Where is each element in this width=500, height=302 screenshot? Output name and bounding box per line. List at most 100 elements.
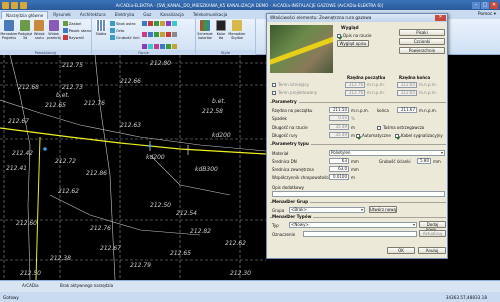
teren-projektowany-end-field[interactable]: 212.65: [397, 90, 417, 96]
srednica-zew-field[interactable]: 63.0: [329, 166, 349, 172]
canvas-label: 212.50: [20, 270, 41, 277]
opis-na-rzucie-checkbox[interactable]: [337, 34, 341, 38]
tab-architektura[interactable]: Architektura: [76, 11, 110, 19]
minimize-button[interactable]: –: [472, 1, 480, 9]
kabel-checkbox[interactable]: [395, 134, 399, 138]
grupa-select[interactable]: <Brak>: [289, 207, 365, 213]
teren-istniejacy-checkbox[interactable]: [272, 83, 276, 87]
tab-kanalizacja[interactable]: Kanalizacja: [156, 11, 188, 19]
wsp-chropowatosci-field[interactable]: 0.0100: [329, 174, 349, 180]
snap-apparent-icon[interactable]: [141, 43, 147, 49]
aktualizuj-button[interactable]: Aktualizuj: [419, 230, 446, 237]
spadek-field[interactable]: 0.50: [329, 115, 349, 121]
tab-telekomunikacja[interactable]: Telekomunikacja: [189, 11, 232, 19]
czcionki-button[interactable]: Czcionki: [399, 38, 445, 45]
material-select[interactable]: Polietylen: [329, 150, 445, 156]
dlugosc-rzut-field[interactable]: 35.49: [329, 124, 349, 130]
tab-narzedzia-glowne[interactable]: Narzędzia główne: [1, 11, 49, 19]
toggle-item-3[interactable]: Rzywnić: [62, 34, 92, 40]
teren-projektowany-checkbox[interactable]: [272, 91, 276, 95]
tasma-checkbox[interactable]: [377, 126, 381, 130]
snap-none-icon[interactable]: [165, 43, 171, 49]
wyglad-opisu-button[interactable]: Wygląd opisu: [337, 40, 369, 47]
save-icon[interactable]: [11, 1, 18, 9]
help-menu[interactable]: Pomoc ▾: [478, 11, 500, 19]
snap-node-icon[interactable]: [159, 21, 165, 26]
rzedna-konca-field[interactable]: 211.67: [397, 107, 417, 113]
utworz-nowa-button[interactable]: Utwórz nową: [369, 206, 397, 213]
toggle-item-2[interactable]: Pasek stanu: [62, 27, 91, 33]
section-wyglad: Wygląd: [341, 25, 361, 30]
oznaczenie-label: Oznaczenie: [272, 232, 296, 237]
maximize-button[interactable]: □: [481, 1, 489, 9]
srednica-dn-label: Średnica DN: [272, 159, 297, 164]
snap-settings-icon[interactable]: [171, 43, 177, 49]
snap-polar-icon[interactable]: [153, 43, 159, 49]
teren-istniejacy-end-field[interactable]: 212.65: [397, 82, 417, 88]
dlugosc-rury-field[interactable]: 35.49: [329, 132, 349, 138]
toggle-item-1[interactable]: Zasłoń: [62, 20, 92, 26]
snap-track-icon[interactable]: [159, 43, 165, 49]
typ-select[interactable]: <Nowy>: [289, 222, 417, 228]
snap-intersection-icon[interactable]: [171, 21, 177, 26]
teren-istniejacy-start-field[interactable]: 212.76: [345, 82, 365, 88]
section-view-button[interactable]: Widok przekrój: [47, 20, 61, 54]
color-scheme-button[interactable]: Schemat kolorów: [197, 20, 213, 54]
rzedna-poczatku-field[interactable]: 211.50: [329, 107, 349, 113]
undo-icon[interactable]: [20, 1, 27, 9]
snap-midpoint-icon[interactable]: [147, 21, 153, 26]
snap-extension-icon[interactable]: [141, 32, 147, 38]
tab-rysunek[interactable]: Rysunek: [49, 11, 75, 19]
canvas-label: 212.54: [176, 210, 197, 217]
ortho-icon: [110, 27, 115, 33]
project-manager-button[interactable]: Menadżer Projektu: [0, 20, 18, 54]
ok-button[interactable]: OK: [387, 247, 415, 254]
snap-perpendicular-icon[interactable]: [153, 32, 159, 38]
automatyczne-label: Automatyczne: [362, 133, 391, 138]
command-line[interactable]: ArCADia Brak aktywnego narzędzia: [0, 280, 500, 292]
canvas-label: 212.58: [202, 108, 223, 115]
snap-parallel-icon[interactable]: [171, 32, 177, 38]
canvas-label: 212.30: [230, 270, 251, 277]
srednica-dn-field[interactable]: 63: [329, 158, 349, 164]
snap-option[interactable]: Skoś ostro: [110, 20, 140, 26]
tab-elektryka[interactable]: Elektryka: [111, 11, 139, 19]
oznaczenie-field[interactable]: [303, 231, 417, 237]
canvas-label: 212.60: [16, 220, 37, 227]
snap-endpoint-icon[interactable]: [141, 21, 147, 26]
snap-nearest-icon[interactable]: [165, 32, 171, 38]
canvas-label: 212.63: [120, 122, 141, 129]
snap-center-icon[interactable]: [153, 21, 159, 26]
view-3d-button[interactable]: Podgląd 3d: [18, 20, 32, 54]
canvas-label: kd200: [146, 154, 165, 161]
plan-view-button[interactable]: Widok rzutu: [34, 20, 45, 54]
pisaki-button[interactable]: Pisaki: [399, 29, 445, 36]
pipe-preview-image: [270, 25, 333, 73]
grubosc-field[interactable]: 5.80: [417, 158, 431, 164]
powierzchnie-button[interactable]: Powierzchnie: [399, 47, 445, 54]
automatyczne-checkbox[interactable]: [356, 134, 360, 138]
dodaj-nowy-button[interactable]: Dodaj nowy...: [419, 221, 446, 232]
snap-quadrant-icon[interactable]: [165, 21, 171, 26]
unit-label: m: [351, 175, 355, 180]
cancel-button[interactable]: Anuluj: [418, 247, 446, 254]
dialog-close-button[interactable]: ✕: [435, 15, 446, 21]
app-logo-icon[interactable]: [2, 1, 9, 9]
tab-gaz[interactable]: Gaz: [139, 11, 155, 19]
grid-button[interactable]: Siatka: [94, 20, 108, 54]
snap-tangent-icon[interactable]: [159, 32, 165, 38]
toggle-icon: [62, 20, 68, 26]
style-manager-button[interactable]: Menadżer Stylów: [228, 20, 246, 54]
snap-insert-icon[interactable]: [147, 32, 153, 38]
project-manager-icon: [4, 20, 14, 31]
ortho-option[interactable]: Orto: [110, 27, 140, 33]
teren-projektowany-start-field[interactable]: 212.76: [345, 90, 365, 96]
dialog-title-bar[interactable]: Właściwości elementu: Zewnętrzna rura ga…: [267, 14, 447, 22]
background-color-button[interactable]: Kolor tła: [214, 20, 228, 54]
snap-grid-icon[interactable]: [147, 43, 153, 49]
unit-label: mm: [433, 159, 441, 164]
opis-dodatkowy-field[interactable]: [272, 191, 445, 197]
close-button[interactable]: ✕: [490, 1, 498, 9]
status-coords: 34363.57,48833.18: [445, 294, 487, 300]
line-weight-option[interactable]: Grubość linii: [110, 34, 140, 40]
